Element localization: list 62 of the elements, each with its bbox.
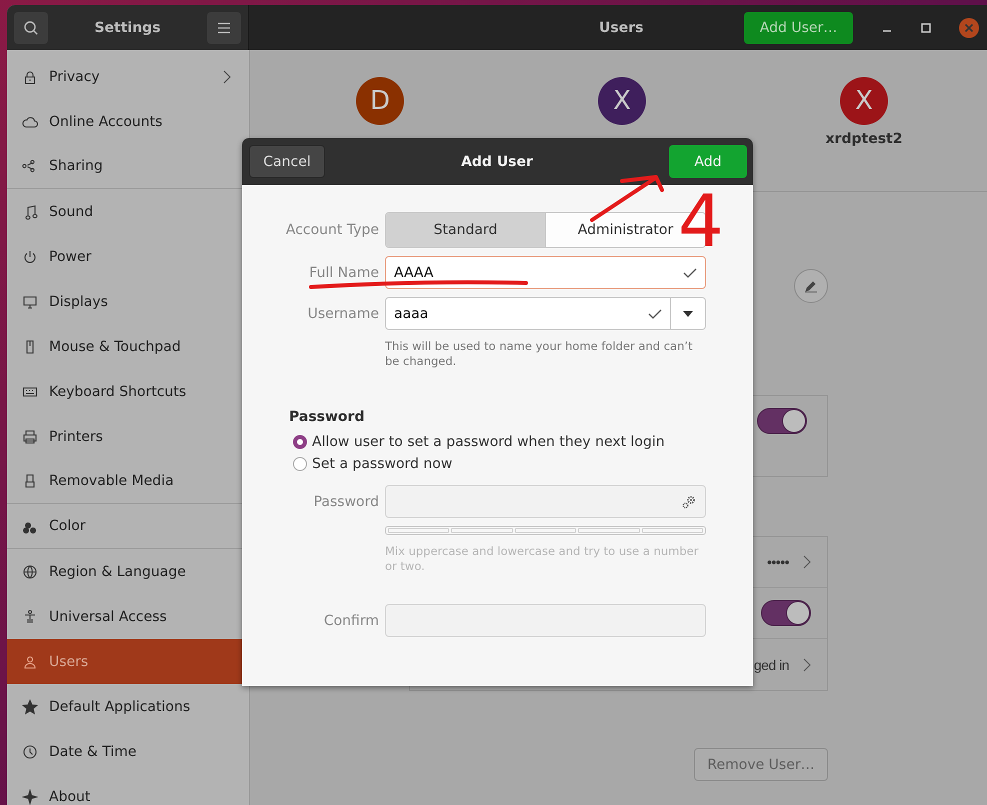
sidebar-item[interactable]: Privacy bbox=[7, 54, 249, 99]
toggle-switch[interactable] bbox=[757, 408, 807, 434]
helper-text: Mix uppercase and lowercase and try to use a number or two. bbox=[385, 544, 700, 574]
sidebar-item[interactable]: Region & Language bbox=[7, 549, 249, 594]
dropdown-button[interactable] bbox=[671, 297, 706, 330]
sidebar-item[interactable]: Date & Time bbox=[7, 729, 249, 774]
search-button[interactable] bbox=[14, 12, 48, 44]
field-label: Account Type bbox=[284, 222, 379, 238]
check-icon bbox=[648, 308, 662, 318]
dialog-title: Add User bbox=[461, 154, 533, 170]
sidebar-icon bbox=[22, 744, 38, 760]
menu-icon bbox=[217, 22, 231, 34]
field-label: Username bbox=[306, 306, 379, 322]
row-value: ged in bbox=[754, 656, 789, 672]
sidebar-icon bbox=[22, 608, 38, 624]
close-icon[interactable] bbox=[959, 18, 979, 38]
sidebar-item[interactable]: Power bbox=[7, 234, 249, 279]
maximize-icon[interactable] bbox=[920, 22, 932, 34]
helper-text: This will be used to name your home folder and can’t be changed. bbox=[385, 339, 694, 369]
row-value: ••••• bbox=[766, 554, 789, 570]
sidebar-icon bbox=[22, 68, 38, 84]
caret-icon bbox=[683, 310, 693, 316]
user-name: xrdptest2 bbox=[826, 131, 902, 147]
section-heading: Password bbox=[289, 409, 366, 425]
sidebar-item[interactable]: Displays bbox=[7, 279, 249, 324]
window-title: Settings bbox=[94, 20, 161, 36]
user-avatar[interactable]: X bbox=[598, 77, 646, 125]
field-label: Full Name bbox=[308, 264, 379, 280]
sidebar-icon bbox=[22, 564, 38, 580]
sidebar-item[interactable]: Online Accounts bbox=[7, 99, 249, 144]
search-icon bbox=[23, 20, 39, 36]
sidebar-item[interactable]: Mouse & Touchpad bbox=[7, 324, 249, 369]
account-type-option[interactable]: Standard bbox=[386, 213, 545, 247]
edit-button[interactable] bbox=[794, 269, 828, 303]
chevron-icon bbox=[223, 70, 231, 84]
sidebar-item[interactable]: Keyboard Shortcuts bbox=[7, 369, 249, 414]
sidebar-item[interactable]: About bbox=[7, 774, 249, 805]
chevron-icon bbox=[803, 555, 811, 569]
user-avatar[interactable]: D bbox=[356, 77, 404, 125]
cancel-button[interactable]: Cancel bbox=[249, 145, 325, 178]
user-avatar[interactable]: X bbox=[840, 77, 888, 125]
gears-icon[interactable] bbox=[681, 494, 697, 510]
menu-button[interactable] bbox=[207, 12, 241, 44]
username-field[interactable]: aaaa bbox=[385, 297, 671, 330]
sidebar-icon bbox=[22, 428, 38, 444]
sidebar-icon bbox=[22, 654, 38, 670]
full-name-field[interactable]: AAAA bbox=[385, 256, 706, 289]
sidebar-item[interactable]: Default Applications bbox=[7, 684, 249, 729]
check-icon bbox=[683, 268, 697, 278]
chevron-icon bbox=[803, 658, 811, 672]
toggle-switch[interactable] bbox=[761, 600, 811, 626]
field-label: Password bbox=[312, 494, 379, 510]
sidebar-icon bbox=[22, 698, 38, 714]
page-title: Users bbox=[599, 20, 644, 36]
sidebar-item[interactable]: Universal Access bbox=[7, 594, 249, 639]
pencil-icon bbox=[804, 279, 818, 293]
sidebar-icon bbox=[22, 294, 38, 310]
field-label: Confirm bbox=[322, 612, 379, 628]
sidebar-icon bbox=[22, 248, 38, 264]
sidebar-icon bbox=[22, 788, 38, 804]
sidebar-item[interactable]: Printers bbox=[7, 414, 249, 459]
sidebar-item[interactable]: Sound bbox=[7, 189, 249, 234]
